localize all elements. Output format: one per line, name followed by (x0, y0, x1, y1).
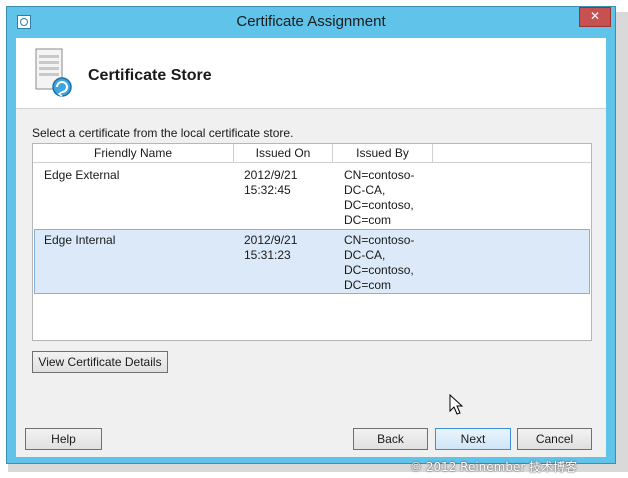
cell-friendly-name: Edge External (44, 168, 120, 182)
dialog-body: Certificate Store Select a certificate f… (16, 38, 606, 457)
mouse-cursor-icon (449, 394, 464, 415)
close-icon: ✕ (589, 9, 601, 23)
cell-friendly-name: Edge Internal (44, 233, 116, 247)
cell-issued-by: CN=contoso- DC-CA, DC=contoso, DC=com (344, 233, 414, 293)
issued-on-date: 2012/9/21 (244, 233, 298, 247)
close-button[interactable]: ✕ (579, 7, 611, 27)
window-title: Certificate Assignment (236, 13, 386, 30)
cancel-button[interactable]: Cancel (517, 428, 592, 450)
back-button[interactable]: Back (353, 428, 428, 450)
dialog-window: Certificate Assignment ✕ Certificate Sto… (6, 6, 616, 464)
issued-by-line: CN=contoso- (344, 168, 415, 182)
column-header-issued-by[interactable]: Issued By (333, 144, 433, 163)
issued-by-line: DC=com (344, 213, 392, 227)
issued-by-line: DC-CA, (344, 183, 386, 197)
wizard-header: Certificate Store (16, 38, 606, 109)
cell-issued-on: 2012/9/21 15:31:23 (244, 233, 297, 263)
table-row[interactable]: Edge External 2012/9/21 15:32:45 CN=cont… (34, 164, 590, 228)
help-button[interactable]: Help (25, 428, 102, 450)
instruction-text: Select a certificate from the local cert… (32, 126, 294, 140)
issued-by-line: DC=contoso, (344, 263, 414, 277)
cell-issued-by: CN=contoso- DC-CA, DC=contoso, DC=com (344, 168, 414, 228)
issued-by-line: CN=contoso- (344, 233, 415, 247)
title-bar[interactable]: Certificate Assignment ✕ (7, 7, 615, 37)
certificate-store-icon (35, 48, 72, 97)
view-certificate-details-button[interactable]: View Certificate Details (32, 351, 168, 373)
issued-on-date: 2012/9/21 (244, 168, 298, 182)
cell-issued-on: 2012/9/21 15:32:45 (244, 168, 297, 198)
table-row-selected[interactable]: Edge Internal 2012/9/21 15:31:23 CN=cont… (34, 229, 590, 294)
issued-by-line: DC-CA, (344, 248, 386, 262)
page-title: Certificate Store (88, 67, 212, 84)
column-header-issued-on[interactable]: Issued On (234, 144, 333, 163)
next-button[interactable]: Next (435, 428, 511, 450)
issued-on-time: 15:31:23 (244, 248, 291, 262)
issued-by-line: DC=com (344, 278, 392, 292)
column-header-empty (433, 144, 591, 163)
issued-on-time: 15:32:45 (244, 183, 291, 197)
certificate-list[interactable]: Friendly Name Issued On Issued By Edge E… (32, 143, 592, 341)
issued-by-line: DC=contoso, (344, 198, 414, 212)
watermark-text: © 2012 Reinember 技术博客 (410, 460, 578, 474)
column-header-friendly-name[interactable]: Friendly Name (33, 144, 234, 163)
